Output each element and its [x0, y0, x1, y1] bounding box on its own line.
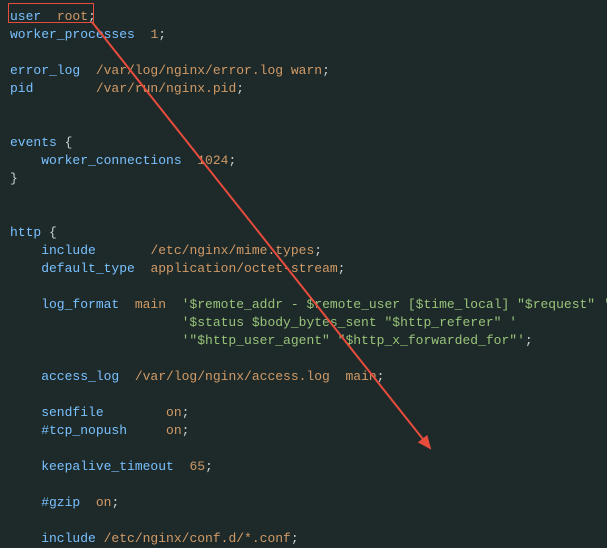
code-token: {	[65, 135, 73, 150]
code-line	[0, 512, 607, 530]
code-token: ;	[377, 369, 385, 384]
code-token: worker_connections	[10, 153, 197, 168]
code-token: ;	[205, 459, 213, 474]
code-token: sendfile	[10, 405, 166, 420]
code-token: ;	[158, 27, 166, 42]
code-token: 1024	[197, 153, 228, 168]
code-token: events	[10, 135, 65, 150]
code-token: on	[166, 423, 182, 438]
code-token: ;	[111, 495, 119, 510]
code-line: worker_processes 1;	[0, 26, 607, 44]
code-line: error_log /var/log/nginx/error.log warn;	[0, 62, 607, 80]
code-line: pid /var/run/nginx.pid;	[0, 80, 607, 98]
code-line	[0, 206, 607, 224]
code-line	[0, 476, 607, 494]
code-token: on	[166, 405, 182, 420]
code-token: application/octet-stream	[150, 261, 337, 276]
code-token: include	[10, 531, 104, 546]
code-line	[0, 44, 607, 62]
code-token: ;	[88, 9, 96, 24]
code-token: default_type	[10, 261, 150, 276]
code-token: ;	[525, 333, 533, 348]
code-token: include	[10, 243, 150, 258]
code-token: #tcp_nopush	[10, 423, 166, 438]
code-token: root	[57, 9, 88, 24]
code-line: include /etc/nginx/mime.types;	[0, 242, 607, 260]
code-token: user	[10, 9, 57, 24]
code-line: worker_connections 1024;	[0, 152, 607, 170]
code-token: /var/run/nginx.pid	[96, 81, 236, 96]
code-line: '$status $body_bytes_sent "$http_referer…	[0, 314, 607, 332]
code-line: }	[0, 170, 607, 188]
code-line: #tcp_nopush on;	[0, 422, 607, 440]
code-token: error_log	[10, 63, 96, 78]
code-token: /var/log/nginx/error.log warn	[96, 63, 322, 78]
code-line	[0, 98, 607, 116]
code-token: }	[10, 171, 18, 186]
code-line: access_log /var/log/nginx/access.log mai…	[0, 368, 607, 386]
code-line	[0, 188, 607, 206]
code-token: log_format	[10, 297, 135, 312]
code-line	[0, 278, 607, 296]
code-token: /var/log/nginx/access.log main	[135, 369, 377, 384]
code-token: keepalive_timeout	[10, 459, 189, 474]
code-token: '$status $body_bytes_sent "$http_referer…	[10, 315, 517, 330]
code-token: /etc/nginx/mime.types	[150, 243, 314, 258]
code-token: ;	[182, 405, 190, 420]
code-token: '"$http_user_agent" "$http_x_forwarded_f…	[10, 333, 525, 348]
code-line: default_type application/octet-stream;	[0, 260, 607, 278]
code-token: ;	[291, 531, 299, 546]
code-line	[0, 116, 607, 134]
code-line: http {	[0, 224, 607, 242]
code-line	[0, 350, 607, 368]
code-line: sendfile on;	[0, 404, 607, 422]
code-line: log_format main '$remote_addr - $remote_…	[0, 296, 607, 314]
code-viewer: user root;worker_processes 1; error_log …	[0, 8, 607, 548]
code-token: pid	[10, 81, 96, 96]
code-line: keepalive_timeout 65;	[0, 458, 607, 476]
code-token: ;	[314, 243, 322, 258]
code-token: /etc/nginx/conf.d/*.conf	[104, 531, 291, 546]
code-line	[0, 440, 607, 458]
code-token: worker_processes	[10, 27, 150, 42]
code-token: #gzip	[10, 495, 96, 510]
code-token: ;	[228, 153, 236, 168]
code-line: include /etc/nginx/conf.d/*.conf;	[0, 530, 607, 548]
code-token: ;	[182, 423, 190, 438]
code-token: ;	[322, 63, 330, 78]
code-token: {	[49, 225, 57, 240]
code-line	[0, 386, 607, 404]
code-line: events {	[0, 134, 607, 152]
code-token: on	[96, 495, 112, 510]
code-token: 65	[189, 459, 205, 474]
code-token: main	[135, 297, 182, 312]
code-token: ;	[236, 81, 244, 96]
code-token: ;	[338, 261, 346, 276]
code-line: #gzip on;	[0, 494, 607, 512]
code-line: user root;	[0, 8, 607, 26]
code-line: '"$http_user_agent" "$http_x_forwarded_f…	[0, 332, 607, 350]
code-token: '$remote_addr - $remote_user [$time_loca…	[182, 297, 607, 312]
code-token: http	[10, 225, 49, 240]
code-token: access_log	[10, 369, 135, 384]
